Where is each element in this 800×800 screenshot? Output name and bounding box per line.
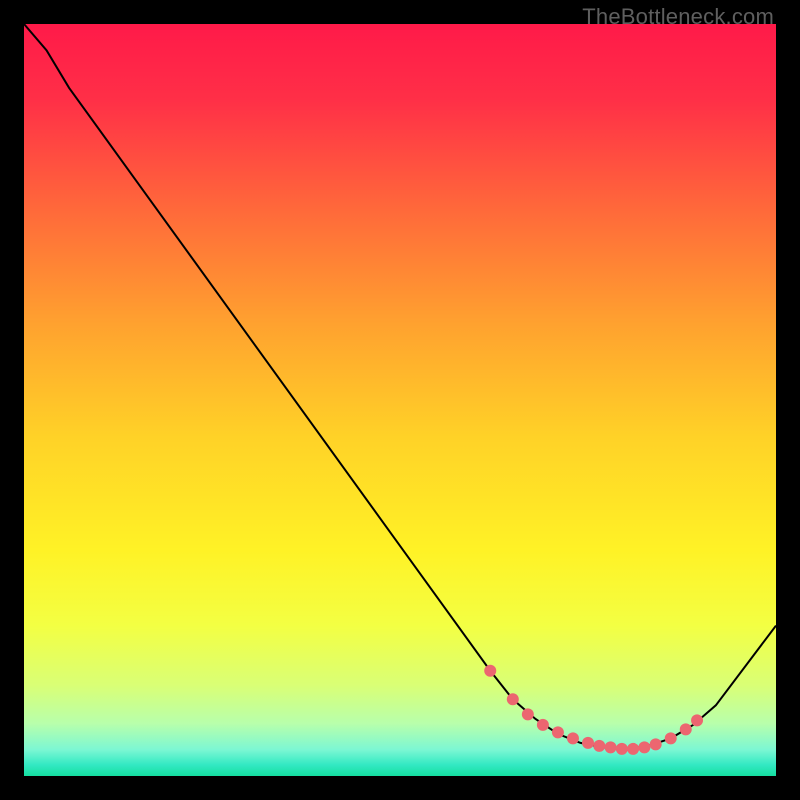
marker-dot	[691, 714, 703, 726]
marker-dot	[567, 732, 579, 744]
marker-dot	[650, 738, 662, 750]
marker-dot	[627, 743, 639, 755]
gradient-background	[24, 24, 776, 776]
marker-dot	[552, 726, 564, 738]
marker-dot	[522, 708, 534, 720]
marker-dot	[484, 665, 496, 677]
marker-dot	[582, 737, 594, 749]
bottleneck-chart	[24, 24, 776, 776]
marker-dot	[665, 732, 677, 744]
marker-dot	[638, 741, 650, 753]
marker-dot	[680, 723, 692, 735]
marker-dot	[537, 719, 549, 731]
marker-dot	[605, 741, 617, 753]
marker-dot	[507, 693, 519, 705]
watermark-text: TheBottleneck.com	[582, 4, 774, 30]
marker-dot	[593, 740, 605, 752]
chart-frame	[24, 24, 776, 776]
marker-dot	[616, 743, 628, 755]
